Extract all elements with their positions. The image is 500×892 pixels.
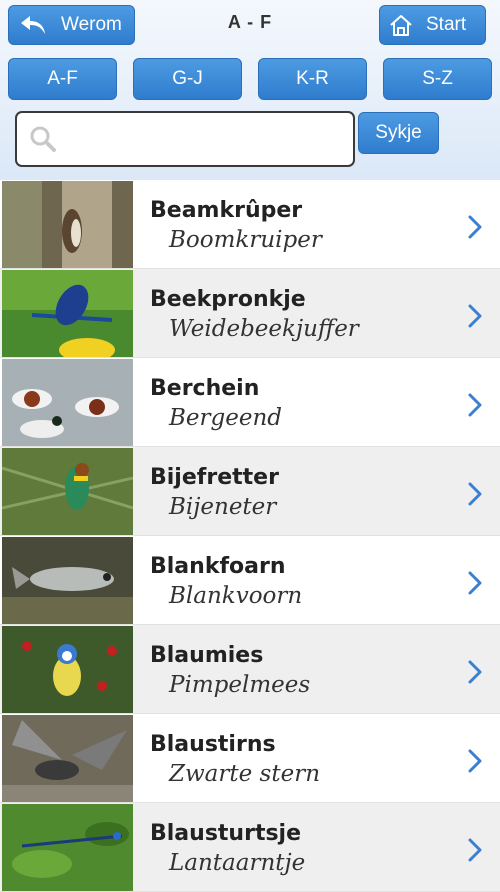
bird-thumbnail xyxy=(2,715,133,802)
bird-name: Beekpronkje xyxy=(150,287,306,312)
chevron-right-icon xyxy=(468,393,482,417)
bird-list: Beamkrûper Boomkruiper Beekpronkje Weide… xyxy=(0,180,500,892)
bird-latin-name: Weidebeekjuffer xyxy=(169,316,359,342)
list-item[interactable]: Blankfoarn Blankvoorn xyxy=(0,536,500,625)
bird-thumbnail xyxy=(2,181,133,268)
top-bar: Werom A - F Start A-F G-J K-R S-Z Sykje xyxy=(0,0,500,180)
back-label: Werom xyxy=(61,14,122,35)
chevron-right-icon xyxy=(468,304,482,328)
chevron-right-icon xyxy=(468,838,482,862)
bird-name: Bijefretter xyxy=(150,465,279,490)
start-button[interactable]: Start xyxy=(379,5,486,45)
bird-name: Beamkrûper xyxy=(150,198,303,223)
list-item[interactable]: Blaumies Pimpelmees xyxy=(0,625,500,714)
chevron-right-icon xyxy=(468,660,482,684)
chevron-right-icon xyxy=(468,482,482,506)
bird-latin-name: Bijeneter xyxy=(169,494,277,520)
bird-latin-name: Zwarte stern xyxy=(169,761,321,787)
bird-thumbnail xyxy=(2,359,133,446)
bird-name: Berchein xyxy=(150,376,260,401)
bird-name: Blaustirns xyxy=(150,732,276,757)
list-item[interactable]: Blaustirns Zwarte stern xyxy=(0,714,500,803)
list-item[interactable]: Beamkrûper Boomkruiper xyxy=(0,180,500,269)
alpha-button-s-z[interactable]: S-Z xyxy=(383,58,492,100)
bird-name: Blaumies xyxy=(150,643,264,668)
search-button[interactable]: Sykje xyxy=(358,112,439,154)
home-icon xyxy=(390,15,412,36)
bird-name: Blausturtsje xyxy=(150,821,302,846)
list-item[interactable]: Blausturtsje Lantaarntje xyxy=(0,803,500,892)
alpha-button-a-f[interactable]: A-F xyxy=(8,58,117,100)
list-item[interactable]: Berchein Bergeend xyxy=(0,358,500,447)
list-item[interactable]: Beekpronkje Weidebeekjuffer xyxy=(0,269,500,358)
bird-thumbnail xyxy=(2,448,133,535)
list-item[interactable]: Bijefretter Bijeneter xyxy=(0,447,500,536)
bird-latin-name: Boomkruiper xyxy=(169,227,322,253)
search-input[interactable] xyxy=(65,123,349,157)
start-label: Start xyxy=(426,14,467,35)
chevron-right-icon xyxy=(468,749,482,773)
bird-latin-name: Lantaarntje xyxy=(169,850,306,876)
bird-thumbnail xyxy=(2,804,133,891)
chevron-right-icon xyxy=(468,571,482,595)
bird-latin-name: Blankvoorn xyxy=(169,583,303,609)
bird-latin-name: Pimpelmees xyxy=(169,672,311,698)
search-icon xyxy=(30,126,56,152)
bird-thumbnail xyxy=(2,626,133,713)
back-arrow-icon xyxy=(21,16,45,34)
alpha-button-k-r[interactable]: K-R xyxy=(258,58,367,100)
bird-thumbnail xyxy=(2,270,133,357)
bird-latin-name: Bergeend xyxy=(169,405,282,431)
back-button[interactable]: Werom xyxy=(8,5,135,45)
chevron-right-icon xyxy=(468,215,482,239)
bird-thumbnail xyxy=(2,537,133,624)
search-box[interactable] xyxy=(15,111,355,167)
bird-name: Blankfoarn xyxy=(150,554,286,579)
page-title: A - F xyxy=(227,12,273,32)
alpha-button-g-j[interactable]: G-J xyxy=(133,58,242,100)
